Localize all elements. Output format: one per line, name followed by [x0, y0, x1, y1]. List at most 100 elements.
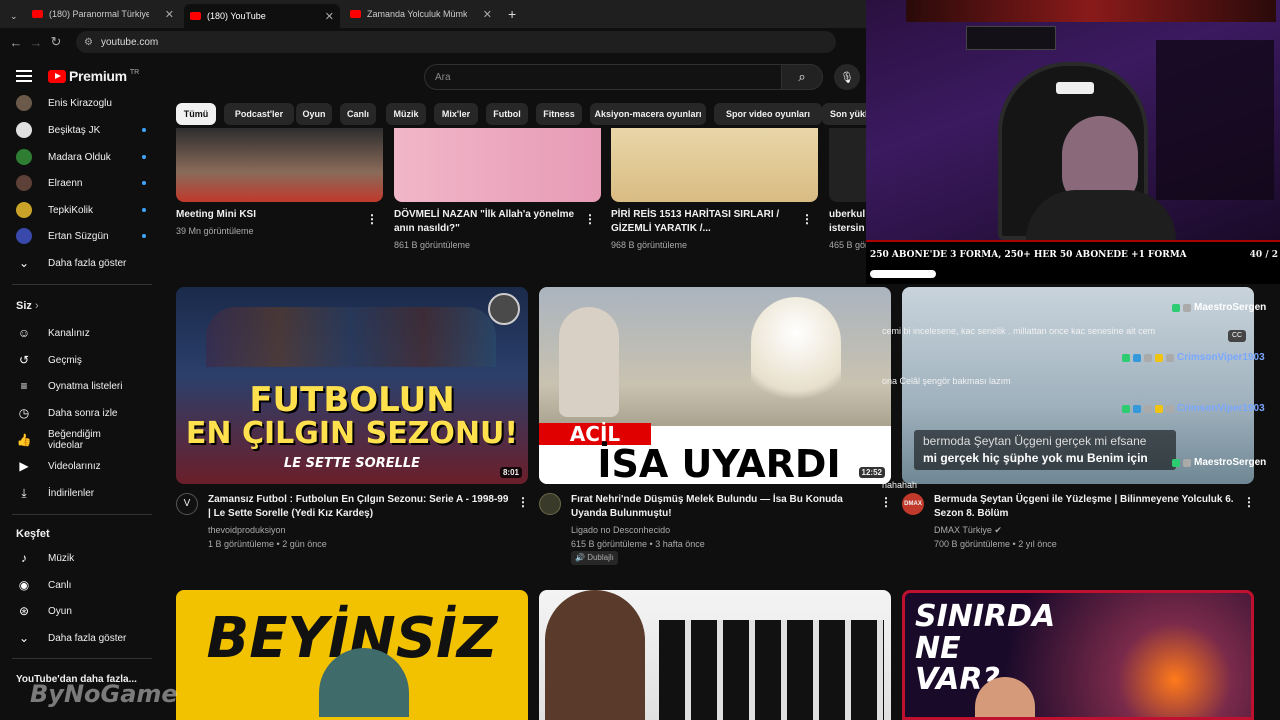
more-options-icon[interactable]: ⋮ — [801, 212, 813, 226]
video-title[interactable]: DÖVMELİ NAZAN "İlk Allah'a yönelme anın n… — [394, 208, 580, 236]
sidebar-item-downloads[interactable]: ⤓ İndirilenler — [16, 483, 136, 503]
video-thumbnail[interactable] — [829, 128, 869, 202]
sidebar-sub-0[interactable]: Enis Kirazoglu — [16, 93, 136, 113]
back-arrow-icon[interactable]: ← — [6, 35, 26, 50]
tab-paranormal[interactable]: (180) Paranormal Türkiye: Türkiye'nin...… — [26, 4, 180, 24]
video-thumbnail[interactable] — [176, 128, 383, 202]
sidebar-item-playlists[interactable]: ≡ Oynatma listeleri — [16, 376, 136, 396]
new-content-dot — [142, 155, 146, 159]
video-thumbnail[interactable]: SINIRDA NE VAR? — [902, 590, 1254, 720]
caption-line: bermoda Şeytan Üçgeni gerçek mi efsane — [923, 434, 1147, 448]
sidebar-sub-1[interactable]: Beşiktaş JK — [16, 120, 146, 140]
video-title[interactable]: Meeting Mini KSI — [176, 208, 356, 222]
channel-name[interactable]: thevoidproduksiyon — [208, 523, 286, 537]
video-thumbnail[interactable]: FUTBOLUN EN ÇILGIN SEZONU! LE SETTE SORE… — [176, 287, 528, 484]
search-input[interactable]: Ara — [424, 64, 782, 90]
video-thumbnail[interactable] — [539, 590, 891, 720]
chip-fitness[interactable]: Fitness — [536, 103, 582, 125]
youtube-logo[interactable]: Premium TR — [16, 68, 139, 84]
sidebar-item-label: Beğendiğim videolar — [48, 429, 101, 451]
chat-badge-icon — [1122, 404, 1130, 413]
url-text: youtube.com — [100, 36, 159, 48]
divider — [12, 514, 152, 515]
chip-recent[interactable]: Son yüklenenler — [822, 103, 866, 125]
sidebar-item-channel[interactable]: ☺ Kanalınız — [16, 323, 136, 343]
video-title[interactable]: Zamansız Futbol : Futbolun En Çılgın Sez… — [208, 493, 510, 521]
tab-youtube[interactable]: (180) YouTube ✕ — [184, 4, 340, 28]
sidebar-sub-4[interactable]: TepkiKolik — [16, 200, 146, 220]
chip-mixes[interactable]: Mix'ler — [434, 103, 478, 125]
channel-name[interactable]: Ligado no Desconhecido — [571, 523, 670, 537]
url-field[interactable]: ⚙ youtube.com — [76, 31, 836, 53]
section-explore: Keşfet — [16, 528, 50, 540]
sidebar-item-watch-later[interactable]: ◷ Daha sonra izle — [16, 403, 136, 423]
site-info-icon[interactable]: ⚙ — [84, 37, 93, 48]
channel-name[interactable]: DMAX Türkiye ✔ — [934, 523, 1002, 537]
video-thumbnail[interactable] — [611, 128, 818, 202]
sidebar-explore-more[interactable]: ⌄ Daha fazla göster — [16, 628, 136, 648]
new-tab-button[interactable]: + — [502, 4, 522, 24]
chip-gaming[interactable]: Oyun — [296, 103, 332, 125]
video-thumbnail[interactable]: BEYİNSİZ — [176, 590, 528, 720]
more-options-icon[interactable]: ⋮ — [880, 495, 892, 509]
video-meta: 968 B görüntüleme — [611, 240, 688, 250]
sidebar-sub-5[interactable]: Ertan Süzgün — [16, 226, 146, 246]
reload-icon[interactable]: ↻ — [46, 34, 66, 50]
sidebar-sub-2[interactable]: Madara Olduk — [16, 147, 146, 167]
video-title-line: PİRİ REİS 1513 HARİTASI SIRLARI / — [611, 209, 780, 220]
sidebar-item-label: Müzik — [48, 552, 75, 564]
sidebar-item-gaming[interactable]: ⊛ Oyun — [16, 601, 136, 621]
chip-live[interactable]: Canlı — [340, 103, 376, 125]
sidebar-item-liked[interactable]: 👍 Beğendiğim videolar — [16, 429, 136, 451]
channel-avatar[interactable]: V — [176, 493, 198, 515]
woman-image — [545, 590, 645, 720]
sidebar-show-more[interactable]: ⌄ Daha fazla göster — [16, 253, 136, 273]
close-icon[interactable]: ✕ — [483, 8, 492, 21]
voice-search-button[interactable]: 🎙 — [834, 64, 860, 90]
youtube-play-icon — [48, 69, 66, 83]
duration-badge: 12:52 — [858, 467, 885, 478]
chip-sports-games[interactable]: Spor video oyunları — [714, 103, 822, 125]
sidebar-sub-3[interactable]: Elraenn — [16, 173, 146, 193]
channel-avatar[interactable]: DMAX — [902, 493, 924, 515]
more-options-icon[interactable]: ⋮ — [584, 212, 596, 226]
search-placeholder: Ara — [435, 71, 451, 83]
menu-icon[interactable] — [16, 70, 32, 82]
captions-icon[interactable]: CC — [1228, 330, 1246, 342]
more-options-icon[interactable]: ⋮ — [366, 212, 378, 226]
chip-action-adventure[interactable]: Aksiyon-macera oyunları — [590, 103, 706, 125]
video-title[interactable]: PİRİ REİS 1513 HARİTASI SIRLARI / GİZEMLİ… — [611, 208, 797, 236]
new-content-dot — [142, 181, 146, 185]
chat-username: MaestroSergen — [1172, 457, 1266, 468]
more-options-icon[interactable]: ⋮ — [517, 495, 529, 509]
tab-search-button[interactable]: ⌄ — [4, 6, 22, 26]
search-button[interactable]: ⌕ — [781, 64, 823, 90]
goal-count: 40 / 2 — [1249, 250, 1278, 260]
chip-podcasts[interactable]: Podcast'ler — [224, 103, 294, 125]
section-you[interactable]: Siz › — [16, 300, 39, 312]
video-title[interactable]: Bermuda Şeytan Üçgeni ile Yüzleşme | Bil… — [934, 493, 1236, 521]
video-title[interactable]: uberkul istersin — [829, 208, 867, 236]
more-options-icon[interactable]: ⋮ — [1243, 495, 1255, 509]
sidebar-item-live[interactable]: ◉ Canlı — [16, 575, 136, 595]
chip-music[interactable]: Müzik — [386, 103, 426, 125]
tab-zamanda-yolculuk[interactable]: Zamanda Yolculuk Mümkün mü? ✕ — [344, 4, 498, 24]
video-thumbnail[interactable] — [394, 128, 601, 202]
chat-badge-icon — [1122, 353, 1130, 362]
dubbed-icon: 🔊 — [575, 553, 588, 562]
chip-all[interactable]: Tümü — [176, 103, 216, 125]
close-icon[interactable]: ✕ — [165, 8, 174, 21]
forward-arrow-icon[interactable]: → — [26, 35, 46, 50]
avatar — [16, 228, 32, 244]
video-thumbnail[interactable]: ACİL İSA UYARDI 12:52 — [539, 287, 891, 484]
goal-text: 250 ABONE'DE 3 FORMA, 250+ HER 50 ABONED… — [870, 250, 1187, 260]
sidebar-item-music[interactable]: ♪ Müzik — [16, 548, 136, 568]
video-title[interactable]: Fırat Nehri'nde Düşmüş Melek Bulundu — İ… — [571, 493, 861, 521]
sidebar-item-history[interactable]: ↺ Geçmiş — [16, 350, 136, 370]
playlist-icon: ≡ — [20, 379, 28, 393]
channel-avatar[interactable] — [539, 493, 561, 515]
sidebar-item-label: Oynatma listeleri — [48, 380, 123, 392]
close-icon[interactable]: ✕ — [325, 10, 334, 23]
chip-football[interactable]: Futbol — [486, 103, 528, 125]
sidebar-item-your-videos[interactable]: ▶ Videolarınız — [16, 456, 136, 476]
